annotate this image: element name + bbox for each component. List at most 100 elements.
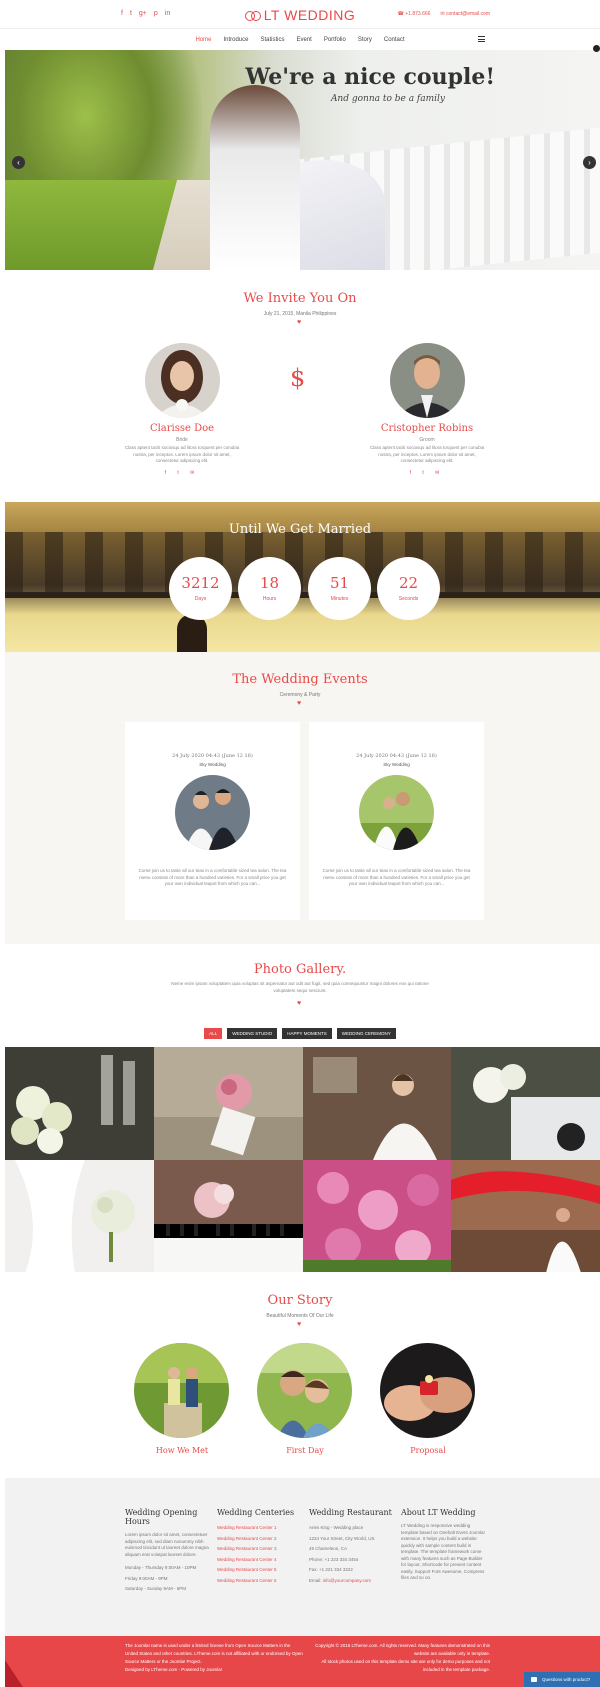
gallery-description: Neme enim ipsam voluptatem quia voluptas… <box>171 981 429 993</box>
gallery-photo[interactable] <box>451 1159 600 1272</box>
event-card[interactable]: 24 July 2020 04:43 (June 12 16) Sky Wedd… <box>125 722 300 920</box>
countdown-minutes: 51 Minutes <box>308 557 371 620</box>
gallery-photo[interactable] <box>5 1047 154 1160</box>
event-photo <box>359 775 434 850</box>
legal-text: The Joomla! name is used under a limited… <box>125 1643 303 1672</box>
story-subtitle: Beautiful Moments Of Our Life <box>266 1313 334 1319</box>
photo-gallery <box>5 1047 600 1272</box>
story-title: Our Story <box>267 1293 333 1308</box>
footer-centeries: Wedding Centeries Wedding Restaurant Cen… <box>217 1508 303 1586</box>
copyright-text: Copyright © 2015 LTheme.com. All rights … <box>315 1643 490 1672</box>
story-label[interactable]: How We Met <box>122 1446 242 1455</box>
countdown-title: Until We Get Married <box>228 522 372 537</box>
story-label[interactable]: First Day <box>245 1446 365 1455</box>
event-type: Sky Wedding <box>383 762 410 767</box>
countdown-seconds: 22 Seconds <box>377 557 440 620</box>
story-photo-how-we-met[interactable] <box>134 1343 229 1438</box>
footer-about: About LT Wedding LT Wedding is responsiv… <box>401 1508 487 1582</box>
filter-wedding-studio[interactable]: WEDDING STUDIO <box>227 1028 278 1039</box>
gallery-photo[interactable] <box>153 1047 303 1160</box>
groom-bio: Class aptent taciti sociosqu ad litora t… <box>369 445 485 463</box>
footer-link[interactable]: Wedding Restaurant Center 5 <box>217 1565 303 1576</box>
groom-name: Cristopher Robins <box>380 423 474 434</box>
story-label[interactable]: Proposal <box>368 1446 488 1455</box>
heart-icon: ♥ <box>297 700 302 707</box>
groom-social-icons[interactable]: f t ✉ <box>327 470 527 476</box>
chat-widget[interactable]: Questions with product? <box>524 1672 600 1687</box>
events-subtitle: Ceremony & Party <box>279 692 321 698</box>
bride-avatar <box>145 343 220 418</box>
menu-icon[interactable] <box>478 36 485 42</box>
footer-opening-hours: Wedding Opening Hours Lorem ipsum dolor … <box>125 1508 211 1595</box>
slider-prev-button[interactable]: ‹ <box>12 156 25 169</box>
bottom-bar: The Joomla! name is used under a limited… <box>5 1636 600 1687</box>
slider-next-button[interactable]: › <box>583 156 596 169</box>
filter-all[interactable]: ALL <box>204 1028 223 1039</box>
heart-icon: ♥ <box>297 1000 302 1007</box>
hours-line: Monday - Thursday 9:00AM - 10PM <box>125 1565 197 1570</box>
email-line: Email: info@yourcompany.com <box>309 1577 372 1583</box>
event-type: Sky Wedding <box>199 762 226 767</box>
hours-line: Saturday - Sunday 9AM - 6PM <box>125 1586 187 1591</box>
bride-role: Bride <box>176 437 188 443</box>
gallery-title: Photo Gallery. <box>253 962 347 977</box>
footer-link[interactable]: Wedding Restaurant Center 3 <box>217 1544 303 1555</box>
top-bar: f t g+ p in LT WEDDING ☎ +1.873.666 ✉ co… <box>0 0 600 28</box>
footer-link[interactable]: Wedding Restaurant Center 2 <box>217 1534 303 1545</box>
footer-link[interactable]: Wedding Restaurant Center 1 <box>217 1523 303 1534</box>
side-toggle-icon[interactable] <box>593 45 600 52</box>
gallery-photo[interactable] <box>302 1047 452 1160</box>
header-contact: ☎ +1.873.666 ✉ contact@email.com <box>398 11 490 17</box>
gallery-photo[interactable] <box>451 1047 600 1160</box>
event-card[interactable]: 24 July 2020 04:43 (June 12 16) Sky Wedd… <box>309 722 484 920</box>
address-line: Aries King - Wedding place <box>309 1525 364 1530</box>
nav-home[interactable]: Home <box>195 37 211 43</box>
filter-wedding-ceremony[interactable]: WEDDING CEREMONY <box>336 1028 396 1039</box>
nav-statistics[interactable]: Statistics <box>260 37 284 43</box>
nav-story[interactable]: Story <box>358 37 372 43</box>
header-email[interactable]: ✉ contact@email.com <box>440 11 490 17</box>
address-line: 49 Chameleon, CA <box>309 1546 348 1551</box>
groom-avatar <box>390 343 465 418</box>
footer-link[interactable]: Wedding Restaurant Center 4 <box>217 1555 303 1566</box>
event-date: 24 July 2020 04:43 (June 12 16) <box>356 753 437 759</box>
site-logo[interactable]: LT WEDDING <box>0 7 600 23</box>
footer-email-link[interactable]: info@yourcompany.com <box>323 1578 371 1583</box>
footer-link[interactable]: Wedding Restaurant Center 6 <box>217 1576 303 1587</box>
hours-line: Friday 9:00AM - 9PM <box>125 1575 168 1581</box>
story-photo-first-day[interactable] <box>257 1343 352 1438</box>
dollar-icon: $ <box>290 364 306 392</box>
footer-heading: About LT Wedding <box>401 1508 476 1517</box>
heart-icon: ♥ <box>297 1321 302 1328</box>
footer-heading: Wedding Centeries <box>217 1508 295 1517</box>
fax-line: Fax: +1 221 334 3222 <box>309 1567 353 1572</box>
gallery-photo[interactable] <box>5 1159 154 1272</box>
nav-event[interactable]: Event <box>297 37 312 43</box>
story-photo-proposal[interactable] <box>380 1343 475 1438</box>
rings-icon <box>244 11 261 21</box>
footer-restaurant: Wedding Restaurant Aries King - Wedding … <box>309 1508 395 1586</box>
nav-introduce[interactable]: Introduce <box>223 37 248 43</box>
nav-portfolio[interactable]: Portfolio <box>324 37 346 43</box>
bride-name: Clarisse Doe <box>149 423 215 434</box>
city-skyline <box>5 532 600 597</box>
hero-couple <box>210 85 300 270</box>
logo-text: LT WEDDING <box>263 7 356 23</box>
groom-role: Groom <box>419 437 435 443</box>
hero-subtitle: And gonna to be a family <box>330 94 445 104</box>
event-photo <box>175 775 250 850</box>
gallery-filters: ALL WEDDING STUDIO HAPPY MOMENTS WEDDING… <box>0 1028 600 1039</box>
main-nav: Home Introduce Statistics Event Portfoli… <box>0 28 600 50</box>
address-line: 1234 Your Street, City World, US <box>309 1535 375 1541</box>
events-title: The Wedding Events <box>232 672 368 687</box>
footer-heading: Wedding Opening Hours <box>125 1508 198 1526</box>
invite-date: July 21, 2015, Manila Philippines <box>263 311 337 317</box>
gallery-photo[interactable] <box>302 1159 452 1272</box>
bride-social-icons[interactable]: f t ✉ <box>82 470 282 476</box>
nav-contact[interactable]: Contact <box>384 37 405 43</box>
countdown-hours: 18 Hours <box>238 557 301 620</box>
gallery-photo[interactable] <box>153 1159 303 1272</box>
event-date: 24 July 2020 04:43 (June 12 16) <box>172 753 253 759</box>
filter-happy-moments[interactable]: HAPPY MOMENTS <box>282 1028 332 1039</box>
header-phone: ☎ +1.873.666 <box>397 11 431 17</box>
